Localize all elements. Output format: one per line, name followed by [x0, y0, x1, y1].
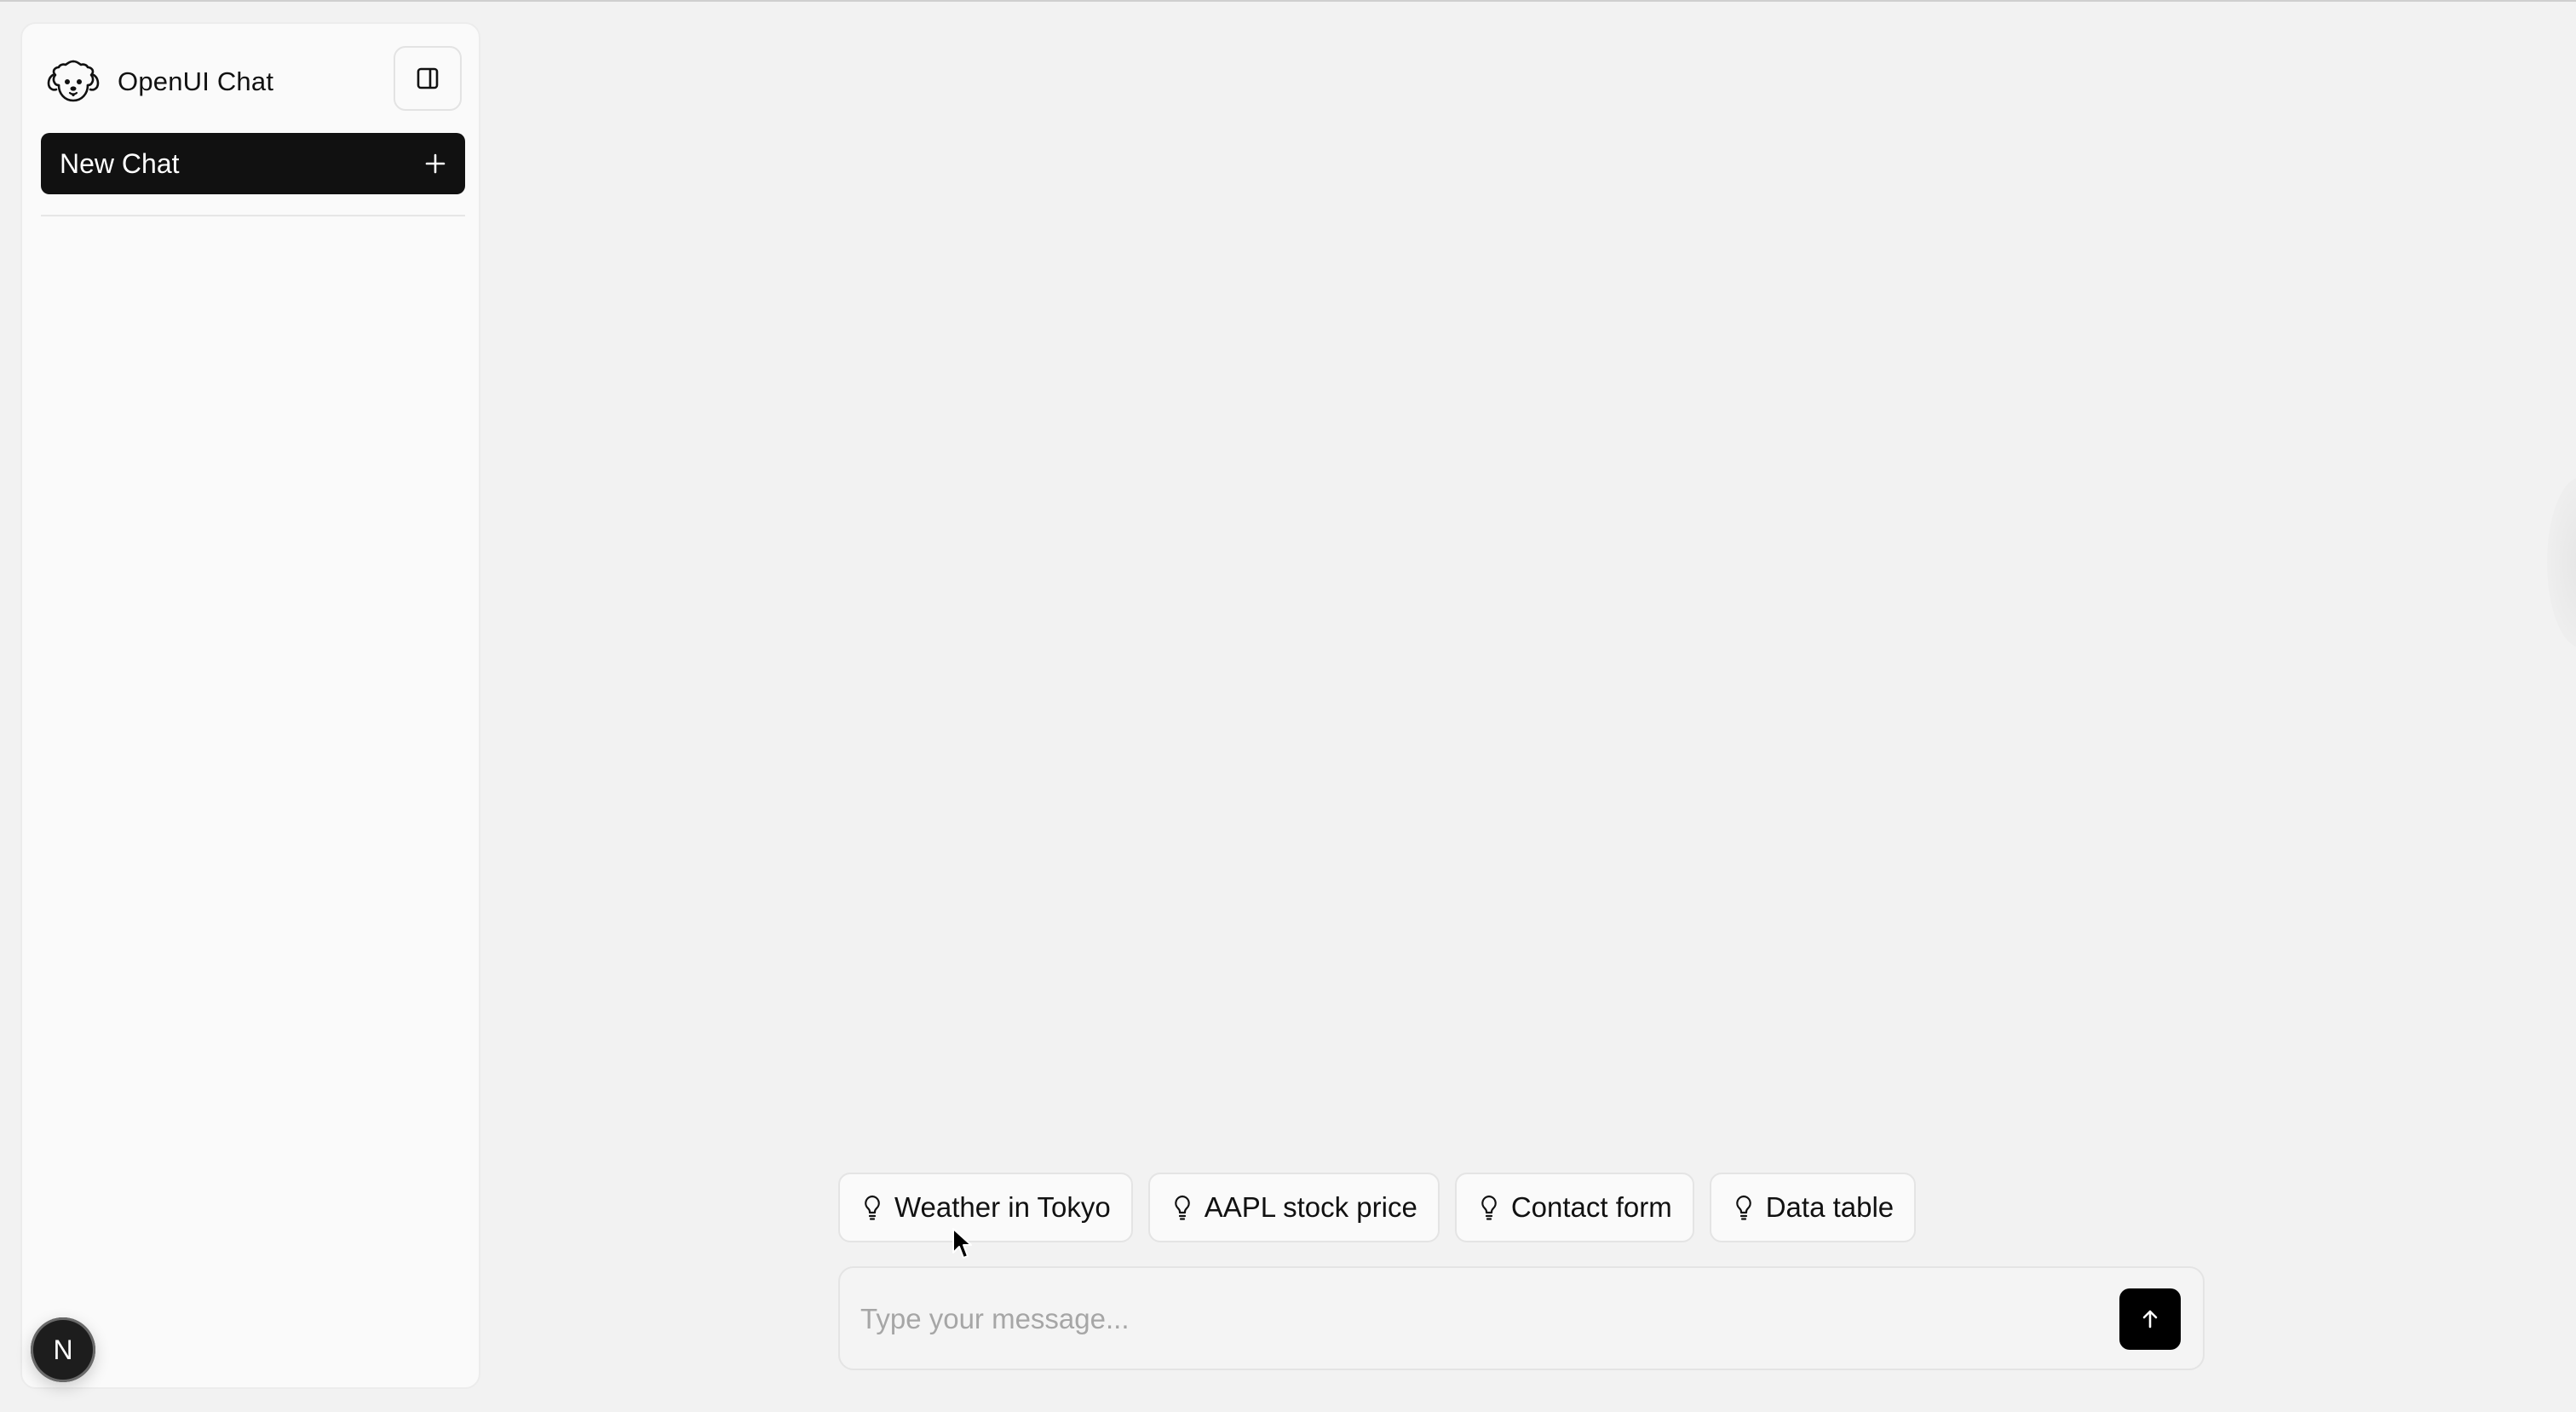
suggestion-chip-aapl[interactable]: AAPL stock price — [1147, 1173, 1440, 1242]
suggestion-chip-weather[interactable]: Weather in Tokyo — [838, 1173, 1133, 1242]
plus-icon — [425, 153, 446, 174]
sidebar-divider — [41, 215, 465, 216]
suggestion-chip-contact-form[interactable]: Contact form — [1454, 1173, 1694, 1242]
collapse-sidebar-button[interactable] — [394, 46, 462, 111]
suggestion-chips: Weather in Tokyo AAPL stock price Contac… — [838, 1173, 1931, 1242]
new-chat-button[interactable]: New Chat — [41, 133, 465, 194]
lightbulb-icon — [1481, 1195, 1497, 1220]
send-button[interactable] — [2119, 1288, 2181, 1350]
mouse-cursor-icon — [952, 1228, 972, 1259]
edge-shadow — [2547, 477, 2576, 648]
lightbulb-icon — [865, 1195, 880, 1220]
brand[interactable]: OpenUI Chat — [41, 49, 273, 114]
suggestion-label: Contact form — [1510, 1191, 1672, 1223]
poodle-dog-logo-icon — [47, 60, 100, 102]
sidebar: OpenUI Chat New Chat N — [20, 22, 480, 1389]
suggestion-label: AAPL stock price — [1204, 1191, 1417, 1223]
suggestion-chip-data-table[interactable]: Data table — [1709, 1173, 1917, 1242]
message-input[interactable] — [859, 1288, 2106, 1350]
lightbulb-icon — [1735, 1195, 1751, 1220]
brand-name: OpenUI Chat — [118, 66, 274, 96]
suggestion-label: Data table — [1765, 1191, 1895, 1223]
lightbulb-icon — [1174, 1195, 1190, 1220]
message-composer — [838, 1266, 2205, 1370]
arrow-up-icon — [2142, 1310, 2158, 1328]
sidebar-panel-icon — [417, 67, 439, 89]
suggestion-label: Weather in Tokyo — [894, 1191, 1111, 1223]
new-chat-label: New Chat — [60, 147, 180, 179]
window-top-border — [0, 0, 2576, 2]
avatar-initial: N — [53, 1334, 73, 1365]
user-avatar[interactable]: N — [31, 1317, 95, 1382]
